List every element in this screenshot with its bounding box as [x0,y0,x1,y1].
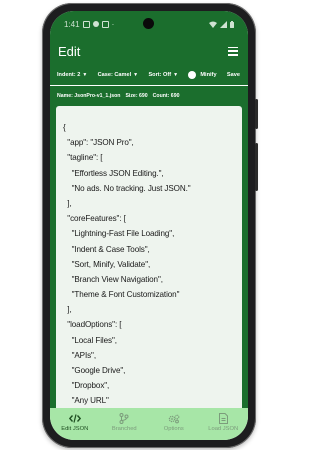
chevron-down-icon: ▼ [133,72,139,78]
status-time: 1:41 [64,19,80,29]
editor-line: "Google Drive", [63,366,126,375]
notification-icon [92,21,99,27]
file-name: Name: JsonPro-v1_1.json [57,93,121,99]
settings-status-icon [82,20,90,28]
page-title: Edit [58,43,81,59]
wifi-icon [209,21,217,28]
editor-line: { [63,123,66,132]
editor-line: "Branch View Navigation", [63,274,163,284]
editor-line: "Effortless JSON Editing.", [63,168,164,178]
case-dropdown[interactable]: Case: Camel ▼ [98,72,139,78]
save-label: Save [226,72,240,78]
status-right [209,20,234,28]
chevron-down-icon: ▼ [173,72,179,78]
nav-load-json[interactable]: Load JSON [199,413,247,432]
editor-line: "tagline": [ [63,153,103,163]
phone-frame: 1:41 · Edit Indent: 2 ▼ Case: Camel ▼ So… [42,3,258,448]
editor-line: "Lightning-Fast File Loading", [63,229,175,239]
editor-line: "No ads. No tracking. Just JSON." [63,183,191,193]
branch-icon [119,413,129,424]
sort-dropdown[interactable]: Sort: Off ▼ [148,72,178,78]
nav-branched[interactable]: Branched [100,413,148,432]
screen: 1:41 · Edit Indent: 2 ▼ Case: Camel ▼ So… [50,11,248,440]
indent-label: Indent: 2 [57,72,81,78]
edit-toolbar: Indent: 2 ▼ Case: Camel ▼ Sort: Off ▼ Mi… [50,65,248,85]
code-icon [68,413,81,424]
power-button [255,99,258,129]
editor-container: { "app": "JSON Pro", "tagline": [ "Effor… [50,106,248,408]
file-size: Size: 690 [125,93,148,99]
editor-line: "APIs", [63,350,96,360]
editor-line: "Dropbox", [63,381,110,391]
nav-label: Load JSON [208,426,239,432]
sort-label: Sort: Off [148,72,172,78]
editor-line: "Local Files", [63,335,117,345]
editor-line: "app": "JSON Pro", [63,138,134,148]
save-button[interactable]: Save [227,72,240,78]
app-bar: Edit [50,37,248,65]
nav-label: Options [163,426,184,432]
minify-toggle[interactable]: Minify [188,71,217,79]
file-info-bar: Name: JsonPro-v1_1.json Size: 690 Count:… [50,86,248,106]
gears-icon [168,413,180,424]
status-left: 1:41 · [64,20,114,29]
minify-label: Minify [200,72,217,78]
editor-line: "loadOptions": [ [63,320,122,330]
toggle-switch-icon[interactable] [188,71,197,79]
volume-button [255,143,258,191]
signal-icon [220,20,227,28]
editor-line: "Sort, Minify, Validate", [63,259,151,269]
editor-line: ], [63,305,72,315]
editor-line: "Indent & Case Tools", [63,244,150,254]
nav-label: Edit JSON [61,426,89,432]
nav-edit-json[interactable]: Edit JSON [51,413,99,432]
nav-options[interactable]: Options [150,413,198,432]
item-count: Count: 690 [152,93,180,99]
indent-dropdown[interactable]: Indent: 2 ▼ [57,72,87,78]
hamburger-menu-icon[interactable] [228,46,238,56]
editor-line: "Any URL" [63,396,109,406]
file-icon [218,413,228,424]
editor-line: ], [63,198,72,208]
more-dot-icon: · [111,19,115,29]
nav-label: Branched [111,426,137,432]
json-editor[interactable]: { "app": "JSON Pro", "tagline": [ "Effor… [56,106,242,408]
front-camera [143,18,154,29]
case-label: Case: Camel [97,72,132,78]
battery-icon [230,20,234,28]
calendar-icon [101,20,109,28]
editor-line: "coreFeatures": [ [63,214,126,224]
editor-line: "Theme & Font Customization" [63,290,180,300]
chevron-down-icon: ▼ [82,72,88,78]
bottom-nav: Edit JSON Branched Options Load JSON [50,408,248,440]
